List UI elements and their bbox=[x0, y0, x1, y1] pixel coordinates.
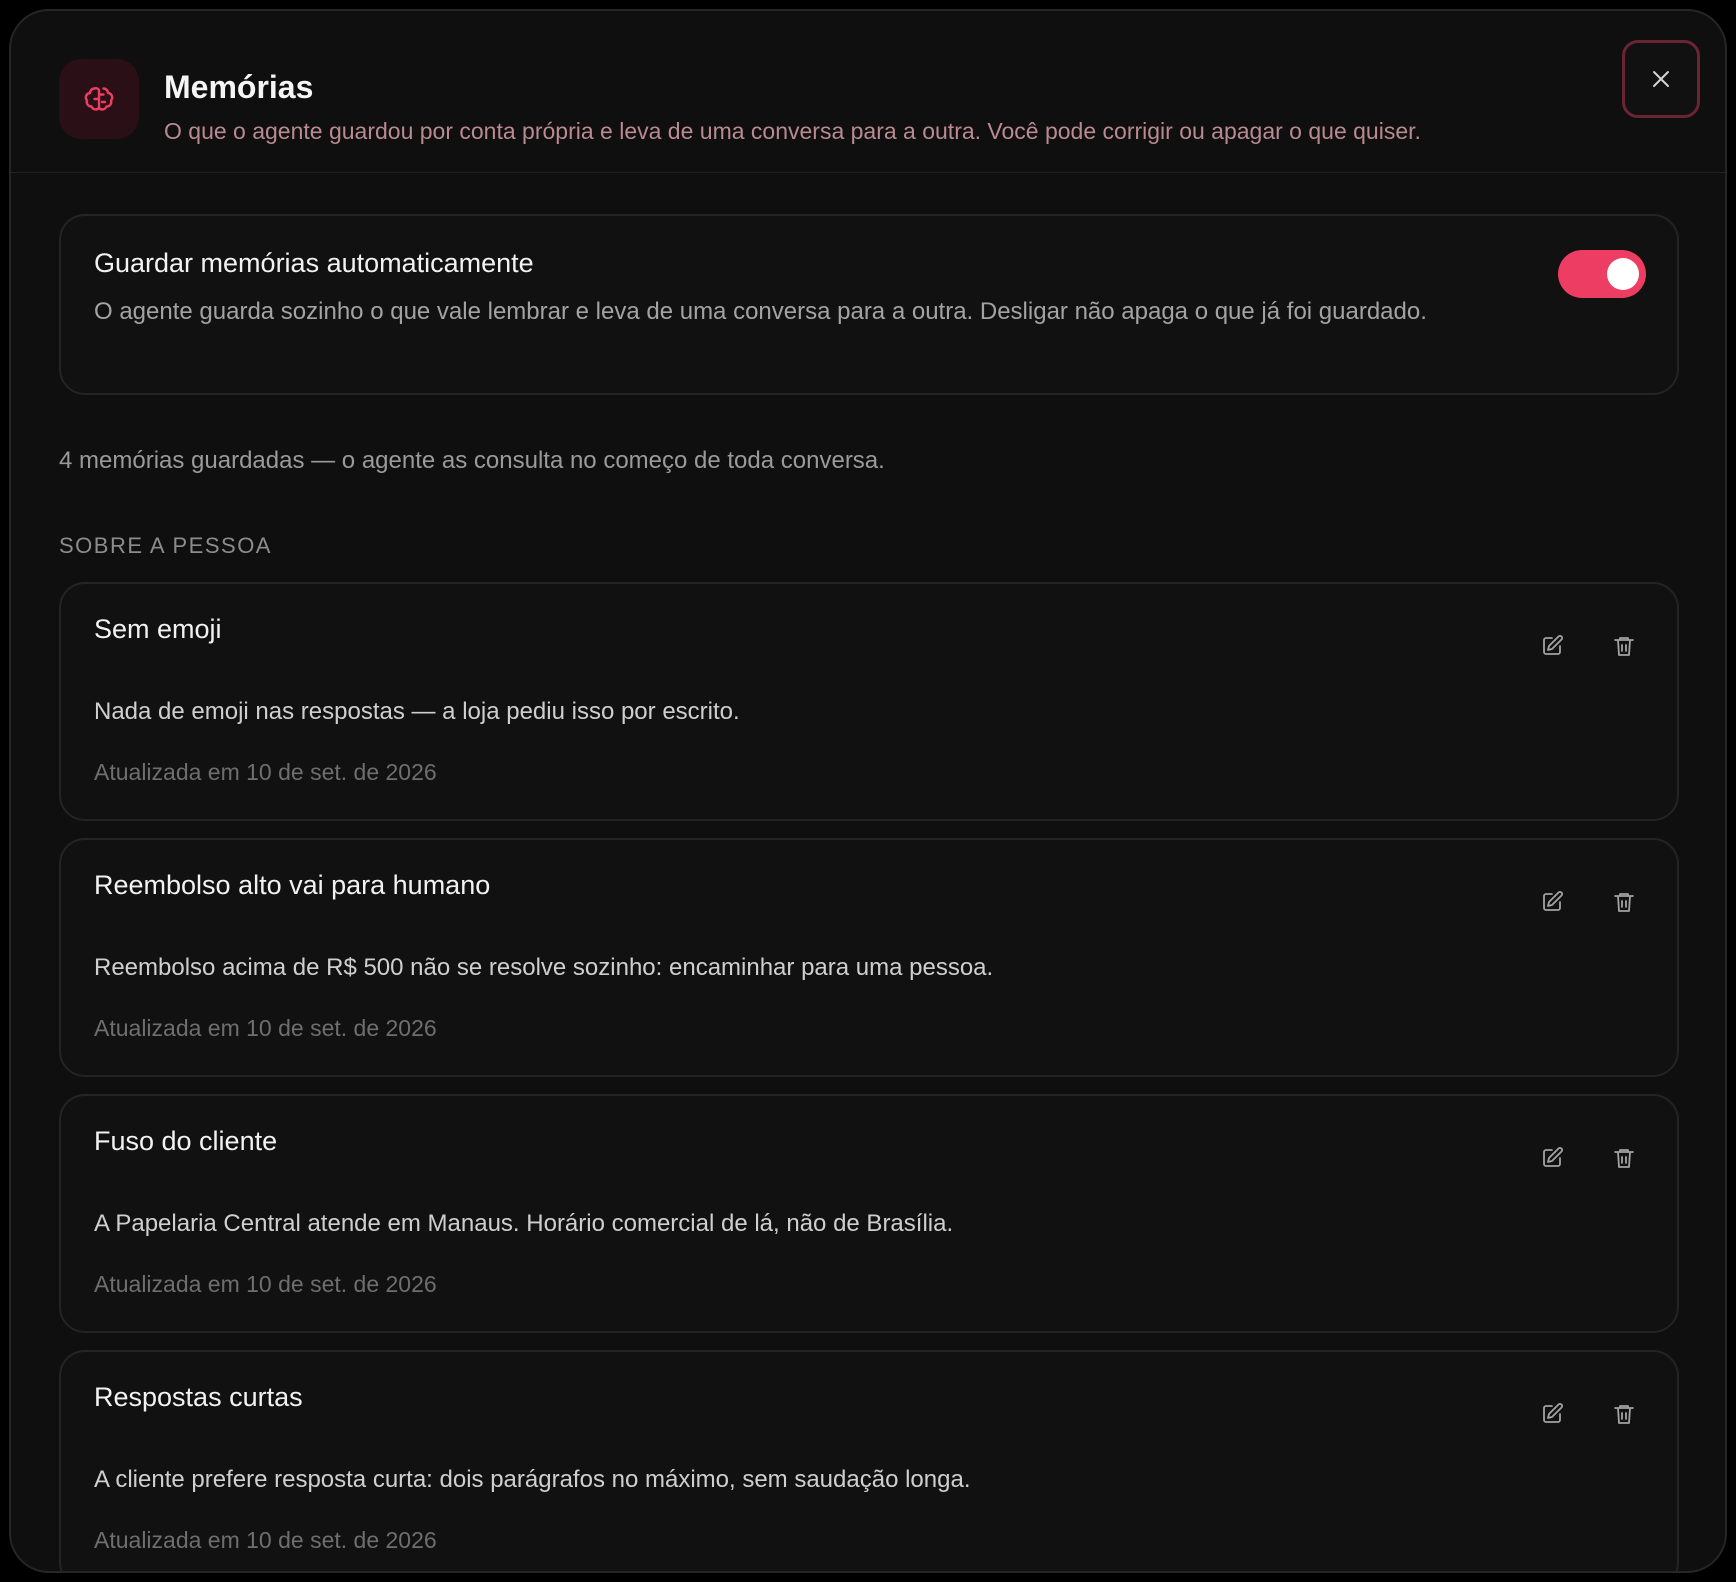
trash-icon bbox=[1614, 1149, 1634, 1168]
memories-dialog: Memórias O que o agente guardou por cont… bbox=[9, 9, 1727, 1573]
memories-count: 4 memórias guardadas — o agente as consu… bbox=[59, 447, 885, 474]
memory-list: Sem emoji Nada de emoji nas respostas — … bbox=[59, 582, 1679, 1571]
edit-icon bbox=[1543, 891, 1563, 911]
auto-save-toggle[interactable] bbox=[1558, 250, 1646, 298]
memory-title: Sem emoji bbox=[94, 614, 222, 644]
trash-icon bbox=[1614, 1405, 1634, 1424]
brain-icon bbox=[59, 59, 139, 139]
dialog-subtitle: O que o agente guardou por conta própria… bbox=[164, 118, 1421, 144]
delete-memory-button[interactable] bbox=[1602, 1392, 1646, 1436]
auto-save-card: Guardar memórias automaticamente O agent… bbox=[59, 214, 1679, 395]
memory-card: Fuso do cliente A Papelaria Central aten… bbox=[59, 1094, 1679, 1333]
toggle-knob bbox=[1607, 258, 1639, 290]
memory-title: Fuso do cliente bbox=[94, 1126, 278, 1156]
auto-save-description: O agente guarda sozinho o que vale lembr… bbox=[94, 298, 1427, 325]
memory-card: Sem emoji Nada de emoji nas respostas — … bbox=[59, 582, 1679, 821]
auto-save-title: Guardar memórias automaticamente bbox=[94, 248, 534, 278]
memory-updated: Atualizada em 10 de set. de 2026 bbox=[94, 1527, 437, 1553]
memory-updated: Atualizada em 10 de set. de 2026 bbox=[94, 759, 437, 785]
memory-updated: Atualizada em 10 de set. de 2026 bbox=[94, 1015, 437, 1041]
edit-memory-button[interactable] bbox=[1530, 1136, 1574, 1180]
memory-body: A Papelaria Central atende em Manaus. Ho… bbox=[94, 1210, 954, 1237]
delete-memory-button[interactable] bbox=[1602, 624, 1646, 668]
edit-icon bbox=[1543, 635, 1563, 655]
section-heading: SOBRE A PESSOA bbox=[59, 533, 272, 558]
trash-icon bbox=[1614, 893, 1634, 912]
edit-icon bbox=[1543, 1403, 1563, 1423]
edit-icon bbox=[1543, 1147, 1563, 1167]
memory-title: Reembolso alto vai para humano bbox=[94, 870, 491, 900]
memory-card: Respostas curtas A cliente prefere respo… bbox=[59, 1350, 1679, 1571]
memory-updated: Atualizada em 10 de set. de 2026 bbox=[94, 1271, 437, 1297]
delete-memory-button[interactable] bbox=[1602, 1136, 1646, 1180]
close-icon bbox=[1653, 71, 1669, 87]
delete-memory-button[interactable] bbox=[1602, 880, 1646, 924]
edit-memory-button[interactable] bbox=[1530, 1392, 1574, 1436]
edit-memory-button[interactable] bbox=[1530, 880, 1574, 924]
memory-body: Nada de emoji nas respostas — a loja ped… bbox=[94, 698, 740, 725]
dialog-title: Memórias bbox=[164, 69, 314, 105]
dialog-header: Memórias O que o agente guardou por cont… bbox=[11, 11, 1725, 173]
memory-body: Reembolso acima de R$ 500 não se resolve… bbox=[94, 954, 994, 981]
close-button[interactable] bbox=[1622, 40, 1700, 118]
dialog-content: Guardar memórias automaticamente O agent… bbox=[59, 214, 1679, 1571]
trash-icon bbox=[1614, 637, 1634, 656]
memory-body: A cliente prefere resposta curta: dois p… bbox=[94, 1466, 971, 1493]
edit-memory-button[interactable] bbox=[1530, 624, 1574, 668]
memory-card: Reembolso alto vai para humano Reembolso… bbox=[59, 838, 1679, 1077]
memory-title: Respostas curtas bbox=[94, 1382, 303, 1412]
